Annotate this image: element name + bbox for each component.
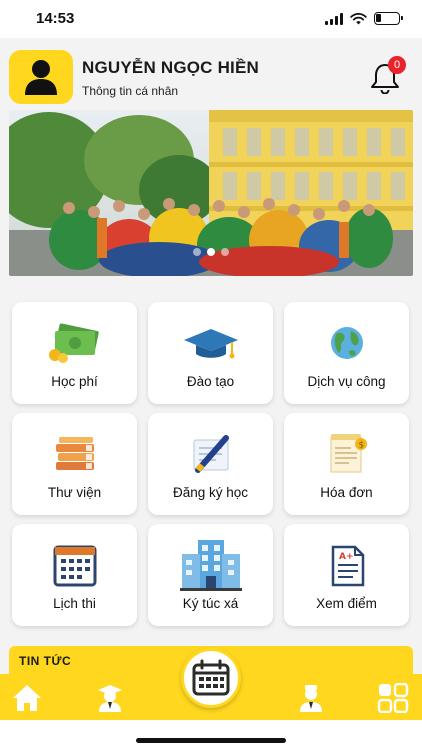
user-silhouette-icon [25, 60, 57, 95]
notification-badge: 0 [388, 56, 406, 74]
menu-tile-label: Lịch thi [53, 596, 96, 611]
teacher-icon [300, 685, 322, 712]
tab-home[interactable] [10, 682, 44, 714]
books-icon [46, 431, 104, 477]
news-title: TIN TỨC [19, 654, 72, 668]
feature-grid: Học phí Đào tạo Dịch vụ công Thư viện Đă… [12, 302, 410, 626]
home-icon [13, 685, 41, 711]
menu-tile-dao-tao[interactable]: Đào tạo [148, 302, 273, 404]
carousel-dot[interactable] [193, 248, 201, 256]
menu-tile-label: Hóa đơn [320, 485, 373, 500]
menu-tile-label: Dịch vụ công [307, 374, 386, 389]
menu-tile-dich-vu-cong[interactable]: Dịch vụ công [284, 302, 409, 404]
dormitory-icon [178, 536, 244, 592]
avatar[interactable] [9, 50, 73, 104]
tab-student[interactable] [93, 682, 127, 714]
menu-tile-hoc-phi[interactable]: Học phí [12, 302, 137, 404]
menu-tile-ky-tuc-xa[interactable]: Ký túc xá [148, 524, 273, 626]
menu-tile-label: Học phí [51, 374, 98, 389]
profile-info-link[interactable]: Thông tin cá nhân [82, 84, 178, 98]
menu-tile-label: Thư viện [47, 485, 102, 500]
menu-tile-lich-thi[interactable]: Lịch thi [12, 524, 137, 626]
svg-text:A+: A+ [339, 552, 354, 562]
notification-button[interactable]: 0 [368, 56, 406, 94]
tab-teacher[interactable] [294, 682, 328, 714]
menu-tile-label: Đào tạo [186, 374, 235, 389]
menu-tile-label: Đăng ký học [172, 485, 249, 500]
menu-tile-dang-ky-hoc[interactable]: Đăng ký học [148, 413, 273, 515]
menu-tile-label: Ký túc xá [182, 596, 239, 611]
menu-tile-thu-vien[interactable]: Thư viện [12, 413, 137, 515]
user-name[interactable]: NGUYỄN NGỌC HIỀN [82, 58, 259, 78]
schedule-fab-button[interactable] [181, 648, 241, 708]
calendar-icon [192, 659, 230, 696]
home-indicator[interactable] [136, 738, 286, 743]
battery-icon [374, 12, 403, 25]
status-time: 14:53 [36, 10, 75, 27]
banner-carousel[interactable] [9, 110, 413, 276]
carousel-dot-active[interactable] [207, 248, 215, 256]
profile-header: NGUYỄN NGỌC HIỀN Thông tin cá nhân 0 [0, 38, 422, 110]
status-icons [325, 12, 403, 25]
svg-text:$: $ [358, 441, 364, 451]
home-indicator-area [0, 720, 422, 750]
wifi-icon [350, 12, 367, 24]
tab-more[interactable] [376, 682, 410, 714]
graduation-cap-icon [182, 320, 240, 366]
invoice-icon: $ [318, 431, 376, 477]
money-icon [46, 320, 104, 366]
carousel-dot[interactable] [221, 248, 229, 256]
globe-icon [318, 320, 376, 366]
calendar-icon [46, 542, 104, 588]
grade-report-icon: A+ [318, 542, 376, 588]
menu-tile-xem-diem[interactable]: A+ Xem điểm [284, 524, 409, 626]
menu-tile-label: Xem điểm [316, 596, 377, 611]
student-icon [98, 685, 122, 712]
pen-paper-icon [182, 431, 240, 477]
carousel-dots [9, 248, 413, 256]
grid-menu-icon [377, 683, 409, 713]
cellular-signal-icon [325, 12, 343, 25]
menu-tile-hoa-don[interactable]: $ Hóa đơn [284, 413, 409, 515]
status-bar: 14:53 [0, 0, 422, 38]
